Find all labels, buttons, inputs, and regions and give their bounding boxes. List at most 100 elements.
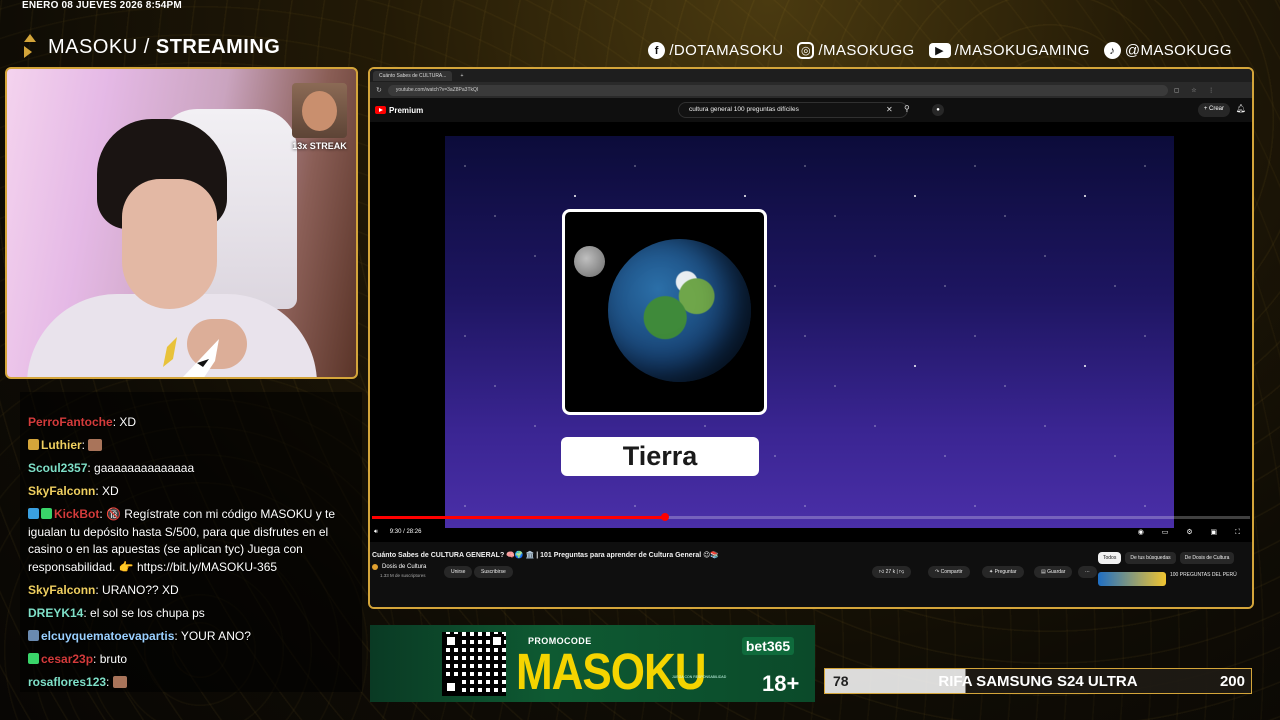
chat-username[interactable]: Scoul2357 — [28, 461, 87, 475]
chat-text: bruto — [99, 651, 128, 666]
chat-emote-icon — [112, 675, 127, 688]
youtube-icon: ▶ — [928, 43, 951, 58]
like-button[interactable]: 👍︎ 27 k | 👎︎ — [872, 566, 912, 578]
promo-disclaimer: JUEGA CON RESPONSABILIDAD — [672, 675, 727, 679]
chat-username[interactable]: DREYK14 — [28, 606, 83, 620]
moon-image — [574, 246, 605, 277]
chat-username[interactable]: cesar23p — [41, 652, 93, 666]
video-player[interactable]: Tierra 🔊︎ 9:30 / 28:26 ◉ ▭ ⚙ ▣ ⛶ — [370, 122, 1252, 542]
channel-subscribers: 1.33 M de suscriptores — [380, 573, 426, 578]
chip-from-channel[interactable]: De Dosis de Cultura — [1179, 552, 1235, 564]
social-label: /DOTAMASOKU — [669, 42, 784, 59]
chat-message: SkyFalconn: XD — [28, 483, 119, 498]
social-label: /MASOKUGG — [818, 42, 915, 59]
channel-info[interactable]: Dosis de Cultura 1.33 M de suscriptores — [372, 564, 426, 578]
chip-all[interactable]: Todos — [1098, 552, 1122, 564]
video-frame[interactable]: Tierra — [445, 136, 1174, 528]
chat-text: XD — [119, 415, 137, 429]
chat-username[interactable]: Luthier — [41, 438, 82, 452]
clear-search-icon[interactable]: ✕ — [886, 105, 893, 114]
progress-fill — [372, 516, 666, 519]
social-link[interactable]: f/DOTAMASOKU — [648, 42, 783, 59]
search-icon[interactable]: ⚲ — [904, 104, 910, 113]
browser-urlbar: ↻ youtube.com/watch?v=3aZ8Pa3TkQI ▢ ☆ ⋮ — [370, 82, 1252, 98]
stream-brand: MASOKU / STREAMING — [22, 34, 280, 60]
social-link[interactable]: ◎/MASOKUGG — [797, 42, 914, 59]
chat-message: SkyFalconn: URANO?? XD — [28, 582, 179, 597]
youtube-play-icon — [375, 106, 386, 114]
brand-title: MASOKU / STREAMING — [48, 35, 281, 58]
save-button[interactable]: ▤ Guardar — [1034, 566, 1073, 578]
chat-message: cesar23p: bruto — [28, 651, 354, 669]
chat-text: el sol se los chupa ps — [90, 605, 205, 620]
browser-tab[interactable]: Cuánto Sabes de CULTURA... — [373, 70, 453, 81]
search-input[interactable]: cultura general 100 preguntas difíciles — [678, 102, 908, 118]
chat-message: Luthier: — [28, 437, 354, 455]
qr-code-icon — [442, 632, 506, 696]
raffle-goal-bar: 78 RIFA SAMSUNG S24 ULTRA 200 — [824, 668, 1252, 694]
age-restriction: 18+ — [762, 671, 800, 696]
recommended-thumbnail[interactable] — [1098, 572, 1166, 586]
channel-name[interactable]: Dosis de Cultura — [382, 564, 426, 570]
chat-message: Scoul2357: gaaaaaaaaaaaaaa — [28, 460, 195, 475]
earth-image — [608, 239, 751, 382]
chat-text: URANO?? XD — [102, 582, 179, 597]
chat-badge-icon — [28, 652, 39, 664]
subscribe-button[interactable]: Suscribirse — [474, 566, 513, 578]
chat-username[interactable]: SkyFalconn — [28, 484, 95, 498]
chat-badge-icon — [28, 507, 39, 519]
browser-tabbar: Cuánto Sabes de CULTURA... + — [370, 69, 1252, 82]
sponsor-banner: PROMOCODE MASOKU JUEGA CON RESPONSABILID… — [370, 625, 815, 702]
social-link[interactable]: ▶/MASOKUGAMING — [928, 42, 1090, 59]
player-settings-icons[interactable]: ◉ ▭ ⚙ ▣ ⛶ — [1138, 528, 1248, 537]
browser-actions-icon[interactable]: ▢ ☆ ⋮ — [1174, 87, 1219, 94]
streamer-face — [122, 179, 217, 309]
chat-username[interactable]: KickBot — [54, 507, 99, 521]
chip-from-searches[interactable]: De tus búsquedas — [1125, 552, 1176, 564]
chat-message: DREYK14: el sol se los chupa ps — [28, 605, 205, 620]
chat-username[interactable]: elcuyquematoevapartis — [41, 629, 174, 643]
chat-badge-icon — [28, 438, 39, 450]
facebook-icon: f — [648, 42, 666, 59]
recommendation-filters: Todos De tus búsquedas De Dosis de Cultu… — [1098, 552, 1235, 564]
recommended-video[interactable]: 100 PREGUNTAS DEL PERÚ — [1098, 572, 1237, 586]
social-label: /MASOKUGAMING — [954, 42, 1090, 59]
tiktok-icon: ♪ — [1103, 42, 1121, 59]
chat-message: rosaflores123: — [28, 674, 354, 692]
social-link[interactable]: ♪ @MASOKUGG — [1103, 42, 1232, 59]
more-actions-icon[interactable]: ⋯ — [1078, 566, 1097, 578]
raffle-title: RIFA SAMSUNG S24 ULTRA — [938, 672, 1138, 690]
recommended-title[interactable]: 100 PREGUNTAS DEL PERÚ — [1170, 572, 1237, 586]
chat-badge-icon — [41, 507, 52, 519]
sponsor-logo: bet365 — [742, 637, 794, 655]
chat-username[interactable]: SkyFalconn — [28, 583, 95, 597]
mic-icon[interactable]: ● — [932, 104, 944, 116]
volume-icon[interactable]: 🔊︎ — [374, 529, 378, 536]
chat-message: KickBot: 🔞 Regístrate con mi código MASO… — [28, 506, 336, 574]
join-button[interactable]: Unirse — [444, 566, 473, 578]
share-button[interactable]: ↷ Compartir — [928, 566, 970, 578]
new-tab-button[interactable]: + — [460, 73, 463, 79]
mascot-logo-icon — [163, 337, 219, 377]
stream-datetime: ENERO 08 JUEVES 2026 8:54PM — [22, 0, 182, 11]
ask-button[interactable]: ✦ Preguntar — [982, 566, 1024, 578]
channel-avatar[interactable] — [372, 564, 378, 570]
reload-icon[interactable]: ↻ — [376, 86, 382, 94]
create-button[interactable]: + Crear — [1197, 103, 1230, 117]
answer-label: Tierra — [561, 437, 759, 476]
chat-message: elcuyquematoevapartis: YOUR ANO? — [28, 628, 354, 646]
chat-username[interactable]: PerroFantoche — [28, 415, 113, 429]
chat-message: PerroFantoche: XD — [28, 415, 137, 429]
chat-text: YOUR ANO? — [180, 628, 251, 643]
brand-chevron-icon — [22, 34, 40, 60]
chat-emote-icon — [88, 438, 103, 451]
screen-capture: Cuánto Sabes de CULTURA... + ↻ youtube.c… — [368, 67, 1254, 609]
notifications-icon[interactable]: 🔔︎ — [1236, 104, 1246, 113]
chat-badge-icon — [28, 629, 39, 641]
address-bar[interactable]: youtube.com/watch?v=3aZ8Pa3TkQI — [387, 84, 1168, 96]
streak-emote — [292, 83, 347, 138]
chat-text: XD — [102, 483, 119, 498]
progress-bar[interactable] — [372, 513, 1250, 521]
chat-username[interactable]: rosaflores123 — [28, 675, 106, 689]
youtube-logo[interactable]: Premium — [375, 106, 423, 115]
